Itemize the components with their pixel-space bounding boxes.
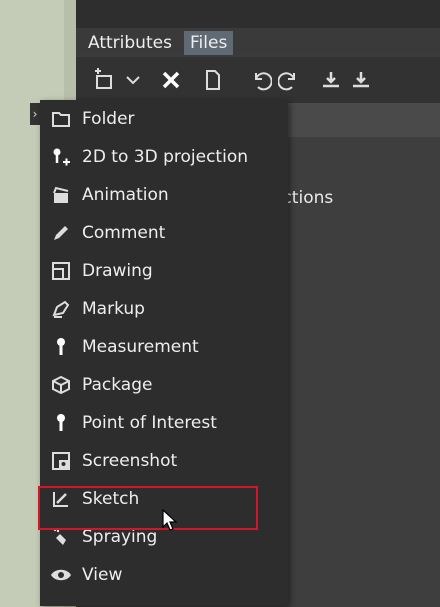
menu-item-label: Drawing — [82, 261, 153, 281]
screenshot-icon — [50, 450, 72, 472]
menu-item-label: Screenshot — [82, 451, 178, 471]
menu-item-label: 2D to 3D projection — [82, 147, 248, 167]
expand-arrow[interactable]: › — [30, 103, 40, 125]
menu-item-label: Animation — [82, 185, 169, 205]
close-icon — [161, 70, 181, 90]
new-item-icon — [92, 67, 118, 93]
menu-item-label: Comment — [82, 223, 166, 243]
menu-item-label: Spraying — [82, 527, 158, 547]
chevron-down-icon — [124, 71, 142, 89]
undo-icon — [250, 69, 272, 91]
menu-item-point-of-interest[interactable]: Point of Interest — [40, 404, 288, 442]
toolbar — [76, 57, 440, 103]
menu-item-2d-to-3d-projection[interactable]: 2D to 3D projection — [40, 138, 288, 176]
marker-icon — [50, 298, 72, 320]
pin-icon — [50, 412, 72, 434]
menu-item-measurement[interactable]: Measurement — [40, 328, 288, 366]
menu-item-folder[interactable]: Folder — [40, 100, 288, 138]
tab-files[interactable]: Files — [184, 31, 234, 55]
app-top-bar — [76, 0, 440, 28]
download-icon — [350, 69, 372, 91]
drawing-icon — [50, 260, 72, 282]
menu-item-markup[interactable]: Markup — [40, 290, 288, 328]
menu-item-animation[interactable]: Animation — [40, 176, 288, 214]
dropdown-button[interactable] — [118, 65, 148, 95]
folder-icon — [50, 108, 72, 130]
document-icon — [203, 69, 223, 91]
menu-item-view[interactable]: View — [40, 556, 288, 594]
pin-plus-icon — [50, 146, 72, 168]
import-button[interactable] — [316, 65, 346, 95]
menu-item-label: Point of Interest — [82, 413, 217, 433]
menu-item-label: Folder — [82, 109, 135, 129]
tab-bar: Attributes Files — [76, 28, 440, 55]
menu-item-comment[interactable]: Comment — [40, 214, 288, 252]
delete-button[interactable] — [156, 65, 186, 95]
menu-item-label: Markup — [82, 299, 145, 319]
eye-icon — [50, 564, 72, 586]
menu-item-package[interactable]: Package — [40, 366, 288, 404]
undo-button[interactable] — [246, 65, 276, 95]
export-button[interactable] — [346, 65, 376, 95]
redo-icon — [278, 69, 300, 91]
document-button[interactable] — [198, 65, 228, 95]
menu-item-label: Measurement — [82, 337, 199, 357]
sketch-highlight-box — [38, 486, 258, 530]
clapperboard-icon — [50, 184, 72, 206]
pencil-icon — [50, 222, 72, 244]
mouse-cursor-icon — [162, 508, 178, 535]
menu-item-label: View — [82, 565, 123, 585]
menu-item-label: Package — [82, 375, 153, 395]
tab-attributes[interactable]: Attributes — [82, 31, 178, 55]
new-item-button[interactable] — [90, 65, 120, 95]
menu-item-screenshot[interactable]: Screenshot — [40, 442, 288, 480]
menu-item-drawing[interactable]: Drawing — [40, 252, 288, 290]
download-icon — [320, 69, 342, 91]
package-icon — [50, 374, 72, 396]
pin-icon — [50, 336, 72, 358]
redo-button[interactable] — [274, 65, 304, 95]
